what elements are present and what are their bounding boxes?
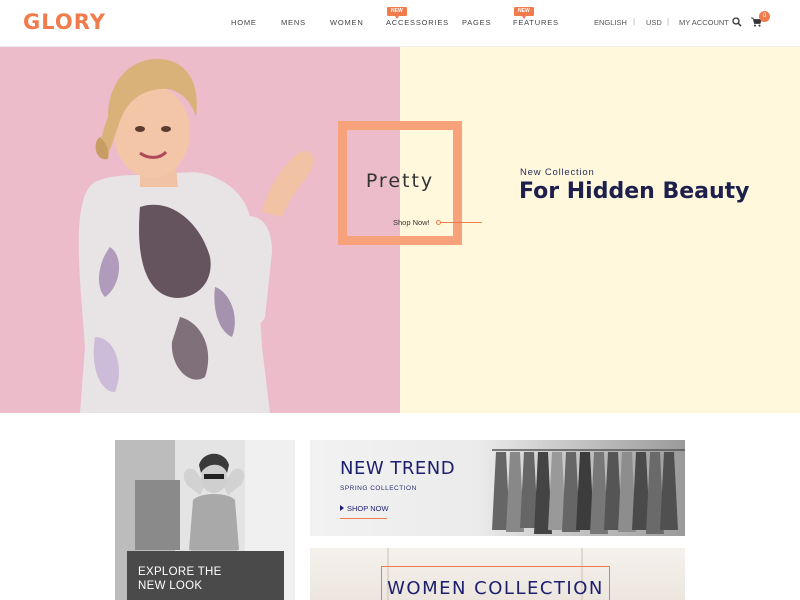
- shop-now-dot: [436, 220, 441, 225]
- shop-now-underline: [340, 518, 387, 519]
- nav-item-pages[interactable]: PAGES: [462, 18, 491, 27]
- new-trend-title: NEW TREND: [340, 458, 456, 479]
- divider: |: [667, 17, 670, 26]
- caret-right-icon: [340, 505, 344, 511]
- new-trend-shop-now-button[interactable]: SHOP NOW: [340, 504, 389, 513]
- new-trend-subtitle: SPRING COLLECTION: [340, 485, 417, 492]
- nav-item-features[interactable]: FEATURES: [513, 18, 559, 27]
- new-trend-shop-now-label: SHOP NOW: [347, 504, 389, 513]
- shop-now-line: [440, 222, 482, 223]
- hero-frame-word: Pretty: [365, 170, 435, 192]
- divider: |: [633, 17, 636, 26]
- site-logo[interactable]: GLORY: [23, 10, 106, 34]
- hero-shop-now-link[interactable]: Shop Now!: [393, 218, 430, 227]
- explore-line-2: NEW LOOK: [138, 579, 203, 592]
- hero-title: For Hidden Beauty: [519, 179, 750, 204]
- hero-eyebrow: New Collection: [520, 167, 595, 178]
- women-collection-title: WOMEN COLLECTION: [387, 578, 604, 599]
- site-header: GLORY HOME MENS WOMEN NEW ACCESSORIES PA…: [0, 0, 800, 47]
- explore-caption[interactable]: EXPLORE THE NEW LOOK: [138, 566, 222, 593]
- nav-badge-new: NEW: [387, 7, 407, 19]
- search-icon[interactable]: [731, 15, 745, 29]
- my-account-link[interactable]: MY ACCOUNT: [679, 18, 729, 27]
- nav-item-home[interactable]: HOME: [231, 18, 257, 27]
- nav-item-accessories[interactable]: ACCESSORIES: [386, 18, 449, 27]
- explore-line-1: EXPLORE THE: [138, 566, 222, 578]
- language-selector[interactable]: ENGLISH: [594, 18, 627, 27]
- nav-item-women[interactable]: WOMEN: [330, 18, 364, 27]
- nav-item-mens[interactable]: MENS: [281, 18, 306, 27]
- currency-selector[interactable]: USD: [646, 18, 662, 27]
- nav-badge-new: NEW: [514, 7, 534, 19]
- cart-count-badge: 0: [759, 11, 770, 22]
